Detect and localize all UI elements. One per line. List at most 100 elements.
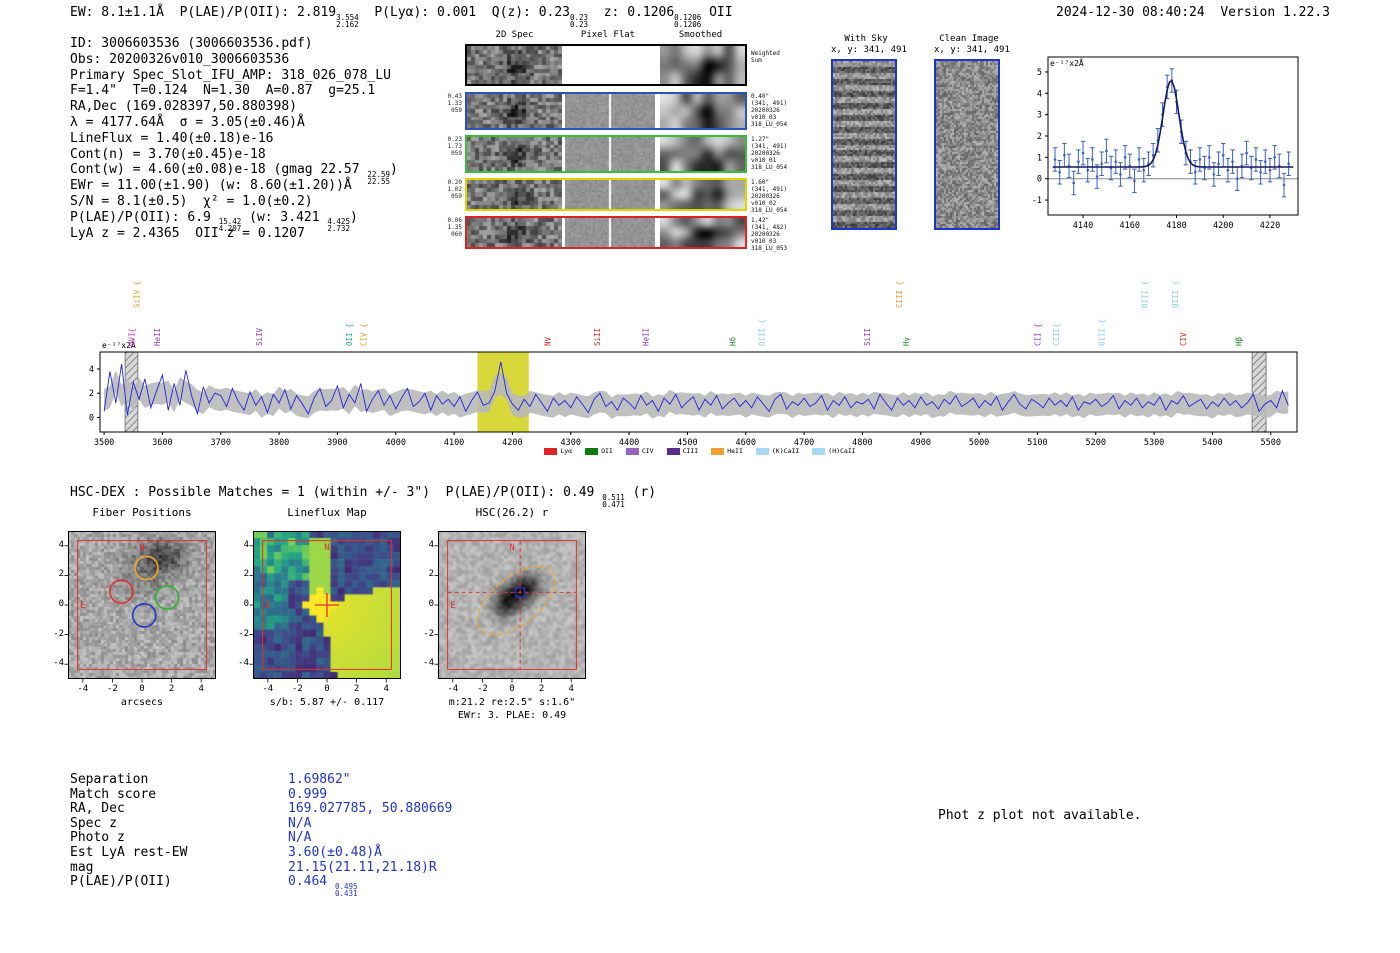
panel-x-tick-label: 4 — [198, 684, 204, 694]
svg-text:3500: 3500 — [94, 438, 114, 448]
match-table-label: Photo z — [70, 830, 125, 846]
cutout-pixel-flat-image — [565, 180, 655, 209]
legend-item: CIV — [625, 447, 654, 455]
panel-y-tick-label: -4 — [53, 658, 64, 669]
panel-x-tick-label: 0 — [139, 684, 145, 694]
emission-line-label: SiII — [863, 328, 872, 346]
text-segment: EWr = 11.00(±1.90) (w: 8.60(±1.20))Å — [70, 178, 352, 194]
emission-line-label: CIII{ — [1052, 323, 1061, 346]
lineflux-map-overlay: NE — [249, 531, 401, 683]
cutout-smoothed-image — [660, 46, 745, 84]
match-table-value: 0.464 0.495 0.431 — [288, 874, 358, 898]
match-table-value: 1.69862" — [288, 772, 351, 787]
fiber-circle-green — [154, 585, 180, 610]
with-sky-coords: x, y: 341, 491 — [831, 45, 907, 55]
match-table-row: Photo z N/A — [70, 830, 452, 845]
panel-y-tick-label: 4 — [58, 539, 64, 550]
svg-text:2: 2 — [1037, 132, 1042, 142]
text-segment: LyA z = 2.4365 OII z = 0.1207 — [70, 225, 305, 241]
panel-x-tick-label: 2 — [353, 684, 360, 694]
panel-y-tick-label: 0 — [428, 599, 434, 609]
fiber-positions-overlay: NE — [64, 531, 216, 683]
emission-line-label: OII { — [345, 323, 354, 346]
stacked-confidence-interval: 0.495 0.431 — [334, 881, 358, 898]
emission-line-fit-chart: -1 0 1 2 3 4 5 4140 4160 4180 4200 4220 e⁻¹⁷x2Å — [1032, 56, 1299, 231]
panel-x-tick-label: -2 — [106, 684, 118, 694]
clean-image-frame — [934, 59, 1000, 230]
with-sky-panel: With Sky x, y: 341, 491 — [831, 34, 907, 230]
match-table-value: 0.999 — [288, 786, 328, 802]
spectrum-legend: Lyα OII CIV CIII HeII (K)CaII (H)CaII — [470, 447, 930, 455]
cutout-row — [465, 216, 747, 249]
stacked-confidence-interval: 22.59 22.55 — [367, 169, 390, 186]
timestamp: 2024-12-30 08:40:24 Version 1.22.3 — [1056, 5, 1330, 20]
hsc-r-overlay: NE — [434, 531, 586, 683]
svg-text:5000: 5000 — [969, 438, 989, 448]
emission-line-label: CIV — [1179, 332, 1188, 346]
emission-line-label: Hγ — [902, 336, 911, 346]
svg-text:5200: 5200 — [1086, 438, 1106, 448]
panel-y-tick-label: 0 — [243, 599, 249, 609]
panel-y-tick-label: 2 — [58, 569, 64, 580]
cutout-2d-spec-image — [467, 94, 562, 128]
info-line: EWr = 11.00(±1.90) (w: 8.60(±1.20))Å — [70, 178, 398, 194]
panel-xaxis-label: arcsecs — [120, 697, 164, 708]
full-spectrum-chart: 3500 3600 3700 3800 3900 4000 4100 4200 4300 4400… — [89, 281, 1298, 448]
legend-item: Lyα — [544, 447, 572, 455]
legend-label: Lyα — [560, 447, 573, 455]
panel-x-tick-label: -2 — [476, 684, 488, 694]
text-segment: Cont(w) = 4.60(±0.08)e-18 (gmag 22.57 — [70, 162, 368, 178]
legend-swatch — [585, 447, 599, 455]
fiber-circle — [80, 579, 106, 604]
emission-line-label: OIII { — [757, 319, 766, 346]
svg-text:3900: 3900 — [327, 438, 347, 448]
svg-text:5: 5 — [1037, 68, 1042, 78]
compass-north-label: N — [324, 543, 329, 553]
match-table-value: 169.027785, 50.880669 — [288, 801, 453, 817]
info-line: λ = 4177.64Å σ = 3.05(±0.46)Å — [70, 115, 398, 131]
legend-item: (H)CaII — [812, 447, 856, 455]
legend-swatch — [755, 447, 769, 455]
stacked-confidence-interval: 3.554 2.162 — [336, 12, 359, 29]
match-table-row: Separation 1.69862" — [70, 772, 452, 787]
text-segment: Cont(n) = 3.70(±0.45)e-18 — [70, 146, 266, 162]
text-segment: ) — [349, 209, 358, 225]
photz-note: Phot z plot not available. — [938, 808, 1142, 823]
panel-x-tick-label: -2 — [291, 684, 303, 694]
svg-text:5400: 5400 — [1202, 438, 1222, 448]
match-table-row: Spec z N/A — [70, 816, 452, 831]
text-segment: S/N = 8.1(±0.5) χ² = 1.0(±0.2) — [70, 193, 313, 209]
panel-x-tick-label: -4 — [77, 684, 89, 694]
text-segment: P(LAE)/P(OII): 6.9 — [70, 209, 219, 225]
emission-line-label: OIII { — [1098, 319, 1107, 346]
match-table-row: Match score 0.999 — [70, 787, 452, 802]
fiber-positions-image — [68, 531, 216, 679]
legend-label: (K)CaII — [771, 447, 800, 455]
stacked-confidence-interval: 0.511 0.471 — [602, 492, 625, 509]
legend-label: CIV — [641, 447, 654, 455]
match-table-row: Est LyA rest-EW 3.60(±0.48)Å — [70, 845, 452, 860]
stacked-confidence-interval: 0.23 0.23 — [570, 12, 589, 29]
compass-east-label: E — [450, 601, 455, 611]
column-header-pixel-flat: Pixel Flat — [580, 30, 636, 40]
svg-text:4100: 4100 — [444, 438, 464, 448]
compass-east-label: E — [265, 601, 270, 611]
legend-label: (H)CaII — [828, 447, 856, 455]
cutout-row-annotation: 0.40" (341, 491) 20200326 v010_03 318_LU_054 — [751, 93, 788, 128]
text-segment: λ = 4177.64Å σ = 3.05(±0.46)Å — [70, 114, 305, 130]
summary-header: EW: 8.1±1.1Å P(LAE)/P(OII): 2.819 3.554 2.… — [70, 5, 733, 28]
cutout-smoothed-image — [660, 180, 745, 209]
text-segment: (r) — [624, 485, 657, 500]
panel-title: Fiber Positions — [92, 506, 192, 519]
emission-line-label: CIII { — [895, 281, 904, 308]
column-header-smoothed: Smoothed — [678, 30, 723, 40]
panel-x-tick-label: 0 — [324, 684, 330, 694]
legend-label: CIII — [682, 447, 699, 455]
svg-text:-1: -1 — [1032, 196, 1042, 206]
text-segment: Primary Spec_Slot_IFU_AMP: 318_026_078_L… — [70, 67, 391, 83]
panel-y-tick-label: 0 — [58, 599, 64, 609]
match-table-row: P(LAE)/P(OII) 0.464 0.495 0.431 — [70, 874, 452, 898]
emission-line-label: CIV { — [360, 323, 369, 346]
panel-x-tick-label: -4 — [262, 684, 274, 694]
legend-label: HeII — [727, 447, 743, 455]
